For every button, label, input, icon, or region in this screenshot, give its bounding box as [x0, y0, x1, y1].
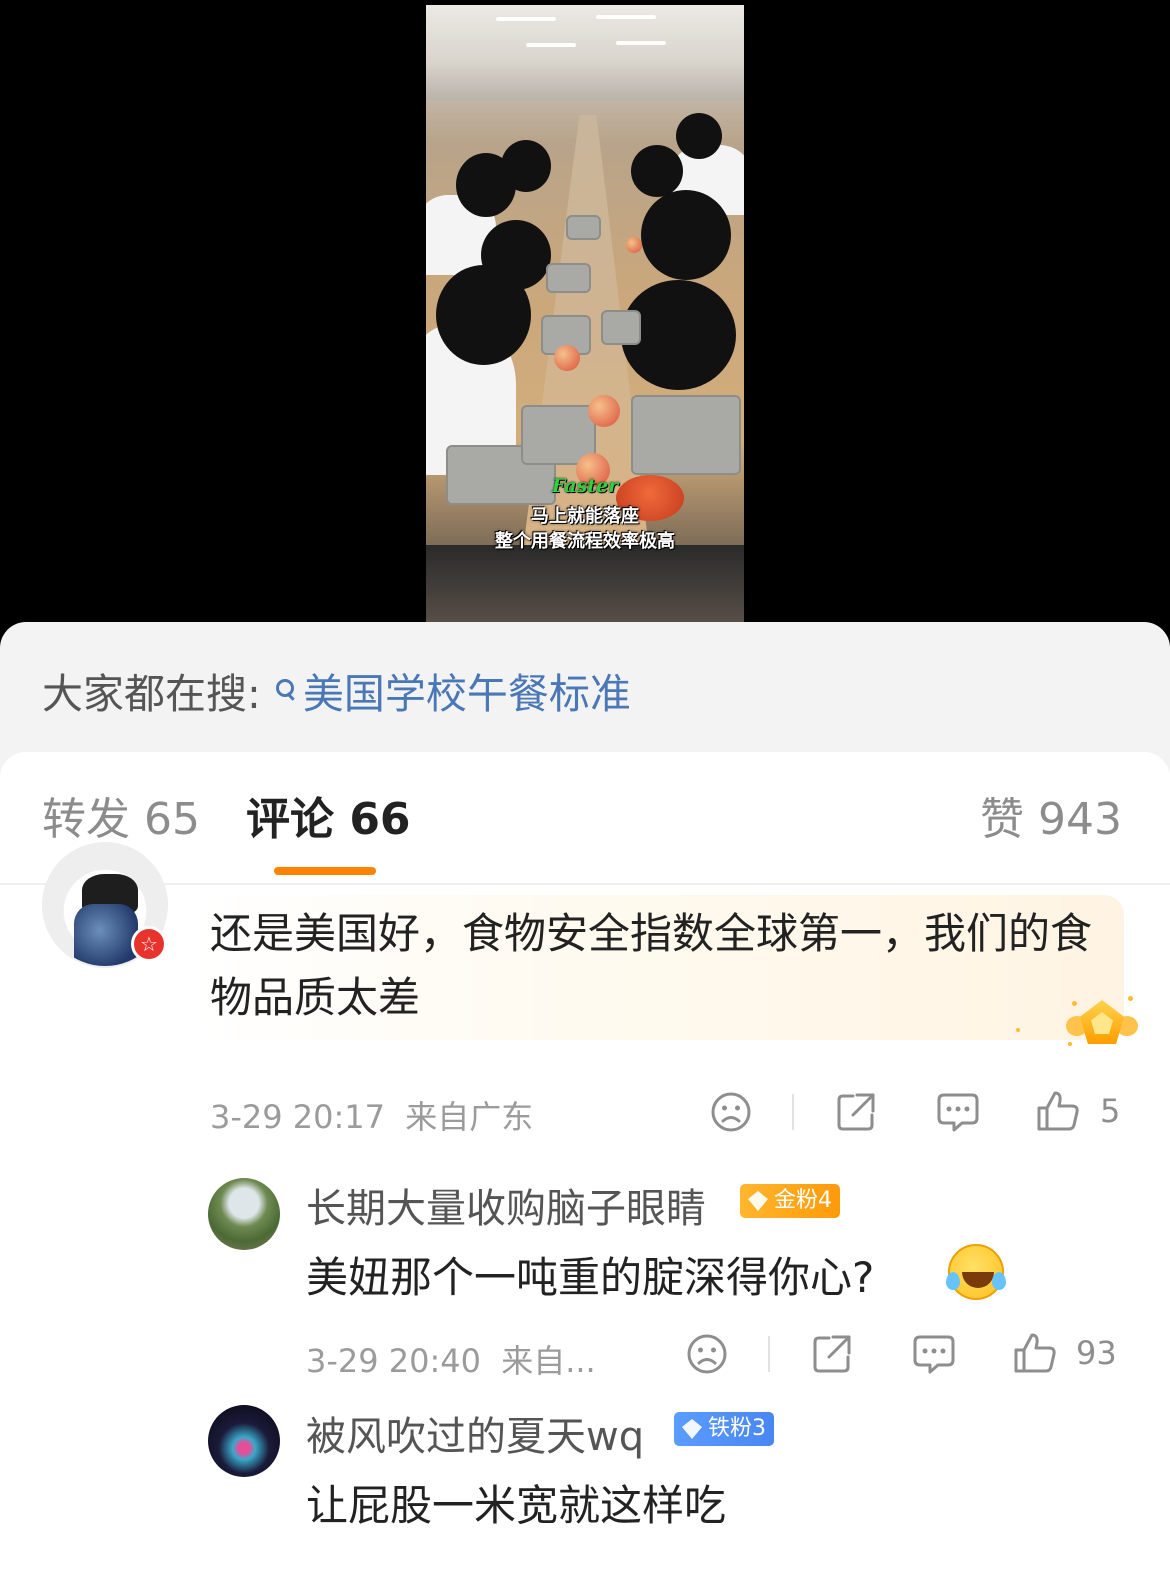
- share-icon[interactable]: [835, 1091, 877, 1133]
- emoji-tear: [992, 1272, 1006, 1290]
- video-scene-tray: [566, 215, 601, 240]
- like-icon[interactable]: [1013, 1331, 1057, 1375]
- tab-reposts[interactable]: 转发 65: [42, 790, 200, 850]
- share-icon[interactable]: [811, 1333, 853, 1375]
- reply-username[interactable]: 长期大量收购脑子眼睛: [306, 1176, 706, 1234]
- like-count: 93: [1076, 1334, 1117, 1372]
- video-scene-tray: [546, 263, 591, 293]
- video-frame[interactable]: Faster 马上就能落座 整个用餐流程效率极高: [426, 5, 744, 627]
- sparkle-icon: [1072, 1001, 1077, 1006]
- video-scene-student: [481, 220, 551, 290]
- video-subtitle-line-1: 马上就能落座: [531, 506, 639, 527]
- fan-level-label: 铁粉3: [708, 1416, 766, 1441]
- trending-search-row[interactable]: 大家都在搜: 美国学校午餐标准: [42, 662, 631, 718]
- active-tab-indicator: [274, 867, 376, 875]
- reply-text: 让屁股一米宽就这样吃: [306, 1481, 727, 1530]
- trending-search-link[interactable]: 美国学校午餐标准: [303, 660, 631, 720]
- fan-level-label: 金粉4: [774, 1188, 832, 1213]
- avatar[interactable]: [208, 1405, 280, 1477]
- reply-time: 3-29 20:40: [306, 1342, 482, 1380]
- crown-icon: [748, 1191, 768, 1211]
- video-scene-light: [596, 15, 656, 19]
- trending-search-prefix: 大家都在搜:: [42, 670, 261, 718]
- sparkle-icon: [1068, 1042, 1072, 1046]
- video-scene-tray: [601, 310, 641, 345]
- dislike-face-icon[interactable]: [710, 1091, 752, 1133]
- video-scene-student: [676, 113, 722, 159]
- reply-icon[interactable]: [912, 1333, 956, 1375]
- sparkle-icon: [1128, 996, 1133, 1001]
- sparkle-icon: [1016, 1028, 1020, 1032]
- video-scene-student: [631, 145, 683, 197]
- video-scene-ceiling: [426, 5, 744, 100]
- video-scene-apple: [626, 237, 642, 253]
- video-subtitle-line-2: 整个用餐流程效率极高: [495, 531, 675, 552]
- video-scene-student: [641, 190, 731, 280]
- video-scene-apple: [554, 345, 580, 371]
- video-scene-apple: [588, 395, 620, 427]
- video-caption-english: Faster: [551, 475, 619, 497]
- reply-text: 美妞那个一吨重的腚深得你心?: [306, 1253, 875, 1302]
- video-scene-tray: [631, 395, 741, 475]
- video-scene-floor: [426, 545, 744, 627]
- diamond-icon: [682, 1419, 702, 1439]
- reply-icon[interactable]: [936, 1091, 980, 1133]
- reply-location: 来自...: [501, 1342, 596, 1380]
- video-scene-light: [616, 41, 666, 45]
- video-scene-light: [496, 17, 556, 21]
- comment-text: 还是美国好，食物安全指数全球第一，我们的食物品质太差: [210, 909, 1093, 1022]
- action-separator: [768, 1336, 770, 1372]
- tab-comments[interactable]: 评论 66: [246, 790, 411, 850]
- video-player[interactable]: Faster 马上就能落座 整个用餐流程效率极高: [0, 0, 1170, 640]
- like-count: 5: [1100, 1092, 1121, 1130]
- avatar[interactable]: [208, 1178, 280, 1250]
- comment-time: 3-29 20:17: [210, 1098, 386, 1136]
- video-scene-light: [526, 43, 576, 47]
- tab-likes[interactable]: 赞 943: [980, 790, 1122, 850]
- emoji-tear: [946, 1272, 960, 1290]
- tab-divider: [0, 883, 1170, 885]
- dislike-face-icon[interactable]: [686, 1333, 728, 1375]
- reply-meta: 3-29 20:40 来自...: [306, 1336, 596, 1382]
- reply-username[interactable]: 被风吹过的夏天wq: [306, 1404, 644, 1462]
- fan-level-badge: 金粉4: [740, 1184, 840, 1218]
- video-scene-student: [501, 140, 551, 192]
- action-separator: [792, 1094, 794, 1130]
- verified-badge-icon: ☆: [131, 926, 167, 962]
- fan-level-badge: 铁粉3: [674, 1412, 774, 1446]
- like-icon[interactable]: [1036, 1089, 1080, 1133]
- search-icon: [273, 670, 301, 710]
- avatar-dress: [74, 904, 138, 966]
- comment-location: 来自广东: [405, 1098, 534, 1136]
- comment-meta: 3-29 20:17 来自广东: [210, 1092, 533, 1138]
